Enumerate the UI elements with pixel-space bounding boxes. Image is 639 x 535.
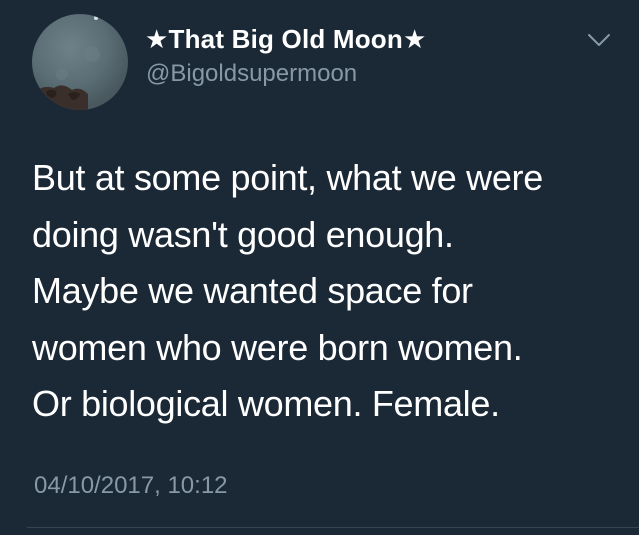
tweet-text-line: women who were born women. xyxy=(32,326,523,368)
avatar[interactable] xyxy=(32,14,128,110)
tweet-card: ★That Big Old Moon★ @Bigoldsupermoon But… xyxy=(0,0,639,535)
moon-avatar-image xyxy=(32,16,100,110)
tweet-text-line: But at some point, what we were xyxy=(32,157,543,198)
tweet-text: But at some point, what we were doing wa… xyxy=(32,150,632,433)
divider xyxy=(27,527,639,528)
tweet-text-line: Or biological women. Female. xyxy=(32,383,500,424)
tweet-text-line: doing wasn't good enough. xyxy=(32,213,454,255)
author-handle[interactable]: @Bigoldsupermoon xyxy=(146,60,357,88)
tweet-text-line: Maybe we wanted space for xyxy=(32,270,473,311)
author-display-name[interactable]: ★That Big Old Moon★ xyxy=(145,24,427,55)
chevron-down-icon[interactable] xyxy=(586,30,612,50)
tweet-timestamp[interactable]: 04/10/2017, 10:12 xyxy=(34,472,228,500)
